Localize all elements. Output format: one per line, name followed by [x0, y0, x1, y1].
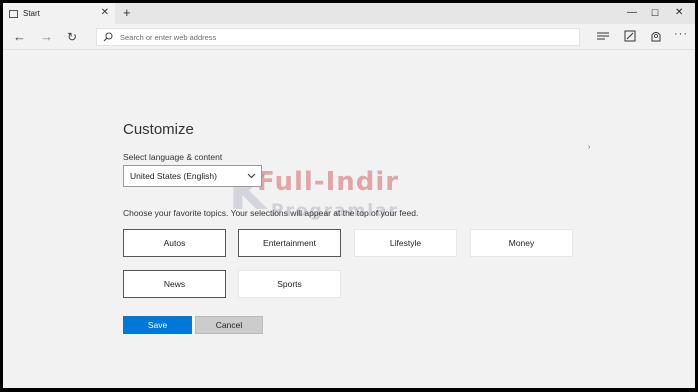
topic-money[interactable]: Money: [470, 229, 573, 257]
back-arrow-icon[interactable]: ←: [13, 29, 26, 45]
forward-arrow-icon[interactable]: →: [40, 29, 53, 45]
language-select[interactable]: United States (English): [123, 165, 262, 187]
browser-window: Start ✕ + — ☐ ✕ ← → ↻ Search or enter we…: [3, 3, 695, 388]
cancel-button[interactable]: Cancel: [195, 316, 263, 334]
save-button[interactable]: Save: [123, 316, 192, 334]
page-icon: [9, 9, 18, 18]
topic-autos[interactable]: Autos: [123, 229, 226, 257]
tab-bar: Start ✕ + — ☐ ✕: [3, 3, 695, 24]
language-label: Select language & content: [123, 152, 223, 162]
more-icon[interactable]: ···: [674, 28, 688, 42]
plus-icon[interactable]: +: [123, 5, 131, 21]
tab-start[interactable]: Start ✕: [3, 3, 115, 24]
topic-lifestyle[interactable]: Lifestyle: [354, 229, 457, 257]
web-note-icon[interactable]: [623, 29, 637, 43]
address-input[interactable]: [120, 32, 560, 42]
watermark-logo: K Full-Indir Programlar: [229, 165, 400, 221]
cursor-mark: ›: [588, 144, 591, 151]
topic-sports[interactable]: Sports: [238, 270, 341, 298]
hub-icon[interactable]: [596, 29, 610, 43]
refresh-icon[interactable]: ↻: [67, 29, 77, 45]
maximize-icon[interactable]: ☐: [651, 6, 659, 20]
tab-title: Start: [23, 9, 40, 18]
topics-label: Choose your favorite topics. Your select…: [123, 208, 419, 218]
close-icon[interactable]: ✕: [101, 7, 109, 19]
language-value: United States (English): [130, 171, 217, 181]
page-title: Customize: [123, 121, 194, 138]
watermark-line1: Full-Indir: [257, 167, 400, 197]
topic-entertainment[interactable]: Entertainment: [238, 229, 341, 257]
share-icon[interactable]: [649, 29, 663, 43]
customize-page: K Full-Indir Programlar Customize Select…: [3, 51, 695, 388]
window-close-icon[interactable]: ✕: [675, 6, 683, 20]
address-bar[interactable]: [96, 28, 580, 46]
chevron-down-icon: [247, 173, 256, 179]
search-icon: [103, 32, 113, 42]
topic-news[interactable]: News: [123, 270, 226, 298]
navigation-bar: ← → ↻ ···: [3, 24, 695, 50]
minimize-icon[interactable]: —: [627, 6, 637, 20]
